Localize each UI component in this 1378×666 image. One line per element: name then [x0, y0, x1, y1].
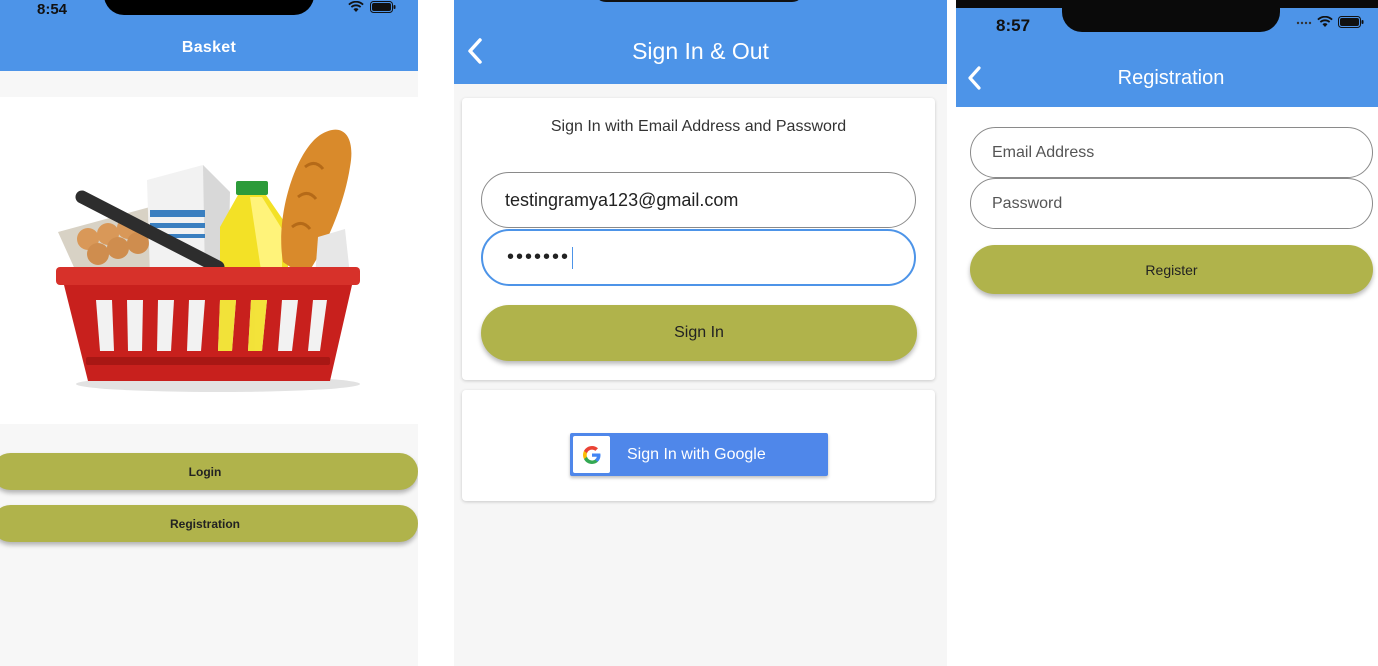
- app-bar: 8:57 Registration: [956, 0, 1378, 107]
- text-cursor: [572, 246, 574, 269]
- status-time: 8:54: [37, 1, 68, 18]
- email-placeholder: Email Address: [992, 143, 1095, 161]
- signal-icon: [1296, 21, 1312, 25]
- email-value: testingramya123@gmail.com: [505, 189, 739, 210]
- email-field[interactable]: testingramya123@gmail.com: [481, 172, 916, 228]
- wifi-icon: [1317, 16, 1333, 27]
- login-button[interactable]: Login: [0, 453, 418, 490]
- signin-screen: Sign In & Out Sign In with Email Address…: [454, 0, 947, 666]
- password-placeholder: Password: [992, 194, 1063, 212]
- google-signin-label: Sign In with Google: [627, 445, 766, 463]
- battery-icon: [1338, 16, 1364, 28]
- basket-screen: 8:54 Basket Login Registration: [0, 0, 418, 666]
- google-signin-button[interactable]: Sign In with Google: [570, 433, 828, 476]
- email-signin-card: Sign In with Email Address and Password …: [462, 98, 935, 380]
- password-field[interactable]: •••••••: [481, 229, 916, 286]
- status-time: 8:57: [996, 16, 1031, 35]
- google-signin-card: Sign In with Google: [462, 390, 935, 501]
- wifi-icon: [348, 1, 364, 12]
- signin-heading: Sign In with Email Address and Password: [550, 118, 847, 135]
- status-icons: [348, 1, 396, 13]
- grocery-basket-image: [0, 97, 418, 424]
- google-logo-icon: [573, 436, 610, 473]
- signin-button[interactable]: Sign In: [481, 305, 917, 361]
- app-bar: 8:54 Basket: [0, 0, 418, 71]
- password-field[interactable]: Password: [970, 178, 1373, 229]
- battery-icon: [370, 1, 396, 13]
- email-field[interactable]: Email Address: [970, 127, 1373, 178]
- registration-screen: 8:57 Registration Email Address Password…: [956, 0, 1378, 666]
- page-title: Registration: [1117, 67, 1225, 89]
- status-icons: [1296, 16, 1364, 28]
- device-notch: [1062, 0, 1280, 32]
- registration-button[interactable]: Registration: [0, 505, 418, 542]
- app-bar: Sign In & Out: [454, 0, 947, 84]
- page-title: Basket: [181, 39, 237, 56]
- register-button[interactable]: Register: [970, 245, 1373, 294]
- device-notch: [104, 0, 314, 15]
- device-notch: [594, 0, 804, 2]
- page-title: Sign In & Out: [632, 38, 769, 64]
- password-value: •••••••: [507, 246, 571, 268]
